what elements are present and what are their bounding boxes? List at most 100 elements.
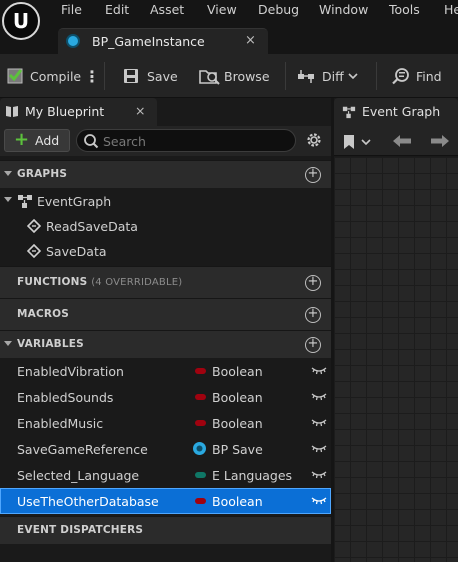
variable-name: SaveGameReference	[17, 442, 148, 457]
find-label: Find	[416, 68, 442, 84]
eye-closed-icon[interactable]	[311, 494, 327, 506]
add-graph-button[interactable]: +	[305, 167, 321, 183]
book-icon	[6, 106, 18, 117]
menu-help[interactable]: He	[444, 2, 458, 17]
diff-icon	[298, 70, 314, 83]
type-pill-icon	[195, 420, 206, 426]
back-arrow-icon[interactable]	[392, 134, 412, 148]
add-search-bar: + Add	[0, 126, 331, 156]
functions-section-title: FUNCTIONS (4 OVERRIDABLE)	[17, 276, 182, 288]
save-label: Save	[147, 68, 178, 84]
eye-closed-icon[interactable]	[311, 442, 327, 454]
eye-closed-icon[interactable]	[311, 390, 327, 402]
save-button[interactable]: Save	[122, 54, 178, 98]
browse-button[interactable]: Browse	[199, 54, 270, 98]
event-graph-icon	[18, 195, 32, 208]
menu-edit[interactable]: Edit	[105, 2, 129, 17]
toolbar: Compile ⋮ Save Browse Diff Find	[0, 54, 458, 98]
variable-name: EnabledVibration	[17, 364, 124, 379]
event-dispatchers-section-header[interactable]: EVENT DISPATCHERS	[0, 516, 331, 544]
variable-row[interactable]: SaveGameReference BP Save	[0, 436, 331, 462]
variable-name: Selected_Language	[17, 468, 140, 483]
eye-closed-icon[interactable]	[311, 416, 327, 428]
close-icon[interactable]: ×	[135, 103, 145, 118]
compile-options-icon[interactable]: ⋮	[84, 54, 100, 98]
search-input[interactable]	[103, 132, 288, 150]
functions-title-text: FUNCTIONS	[17, 276, 88, 288]
variables-section-header[interactable]: VARIABLES +	[0, 330, 331, 358]
variable-type: Boolean	[212, 416, 263, 431]
object-reference-icon	[193, 442, 206, 455]
variable-row[interactable]: Selected_Language E Languages	[0, 462, 331, 488]
bookmark-icon[interactable]	[342, 134, 356, 150]
compile-button[interactable]: Compile	[6, 54, 81, 98]
event-node-icon	[27, 244, 41, 258]
event-graph-icon	[342, 106, 356, 119]
eye-closed-icon[interactable]	[311, 468, 327, 480]
variable-type: Boolean	[212, 494, 263, 509]
menu-file[interactable]: File	[61, 2, 82, 17]
functions-overridable-note: (4 OVERRIDABLE)	[91, 277, 183, 288]
my-blueprint-tab-title: My Blueprint	[25, 104, 105, 119]
graph-canvas[interactable]	[334, 157, 458, 562]
event-dispatchers-section-title: EVENT DISPATCHERS	[17, 524, 144, 536]
event-label: SaveData	[46, 244, 107, 259]
variable-type: Boolean	[212, 390, 263, 405]
menu-asset[interactable]: Asset	[150, 2, 184, 17]
event-graph-tab-title: Event Graph	[362, 104, 441, 119]
my-blueprint-body: + Add GRAPHS +	[0, 126, 331, 562]
variable-row[interactable]: EnabledSounds Boolean	[0, 384, 331, 410]
blueprint-class-icon	[66, 34, 80, 48]
menu-tools[interactable]: Tools	[389, 2, 420, 17]
search-box[interactable]	[76, 129, 296, 152]
tree-item-event[interactable]: SaveData	[0, 238, 331, 264]
caret-down-icon[interactable]	[4, 171, 12, 176]
menu-debug[interactable]: Debug	[258, 2, 299, 17]
add-button[interactable]: + Add	[4, 129, 70, 152]
variable-type: E Languages	[212, 468, 293, 483]
eye-closed-icon[interactable]	[311, 364, 327, 376]
forward-arrow-icon[interactable]	[430, 134, 450, 148]
plus-icon: +	[14, 129, 30, 150]
add-variable-button[interactable]: +	[305, 337, 321, 353]
diff-button[interactable]: Diff	[297, 54, 359, 98]
graphs-section-header[interactable]: GRAPHS +	[0, 160, 331, 188]
chevron-down-icon[interactable]	[360, 137, 372, 147]
macros-section-header[interactable]: MACROS +	[0, 298, 331, 330]
gear-icon[interactable]	[305, 131, 323, 149]
event-graph-label: EventGraph	[37, 194, 112, 209]
compile-icon	[7, 68, 23, 84]
add-macro-button[interactable]: +	[305, 307, 321, 323]
caret-down-icon[interactable]	[4, 341, 12, 346]
menu-window[interactable]: Window	[319, 2, 368, 17]
add-function-button[interactable]: +	[305, 275, 321, 291]
menu-view[interactable]: View	[207, 2, 237, 17]
event-node-icon	[27, 219, 41, 233]
tree-item-event-graph[interactable]: EventGraph	[0, 188, 331, 214]
variable-row[interactable]: EnabledMusic Boolean	[0, 410, 331, 436]
toolbar-separator	[104, 62, 105, 90]
type-pill-icon	[195, 472, 206, 478]
my-blueprint-tab[interactable]: My Blueprint ×	[0, 98, 157, 126]
find-button[interactable]: Find	[390, 54, 442, 98]
type-pill-icon	[195, 498, 206, 504]
search-icon	[84, 134, 99, 149]
variable-row[interactable]: EnabledVibration Boolean	[0, 358, 331, 384]
tree-item-event[interactable]: ReadSaveData	[0, 213, 331, 239]
event-graph-tab[interactable]: Event Graph	[334, 98, 458, 126]
close-icon[interactable]: ×	[245, 33, 256, 48]
caret-down-icon[interactable]	[4, 197, 12, 202]
type-pill-icon	[195, 394, 206, 400]
document-tab-title: BP_GameInstance	[92, 34, 205, 49]
unreal-logo-icon[interactable]: U	[2, 2, 40, 40]
event-label: ReadSaveData	[46, 219, 138, 234]
functions-section-header[interactable]: FUNCTIONS (4 OVERRIDABLE) +	[0, 266, 331, 298]
menu-bar: U File Edit Asset View Debug Window Tool…	[0, 0, 458, 54]
variable-type: BP Save	[212, 442, 263, 457]
document-tab[interactable]: BP_GameInstance ×	[58, 28, 268, 54]
browse-label: Browse	[224, 68, 270, 84]
type-pill-icon	[195, 368, 206, 374]
variable-type: Boolean	[212, 364, 263, 379]
variable-row-selected[interactable]: UseTheOtherDatabase Boolean	[0, 488, 331, 514]
variable-name: UseTheOtherDatabase	[17, 494, 159, 509]
